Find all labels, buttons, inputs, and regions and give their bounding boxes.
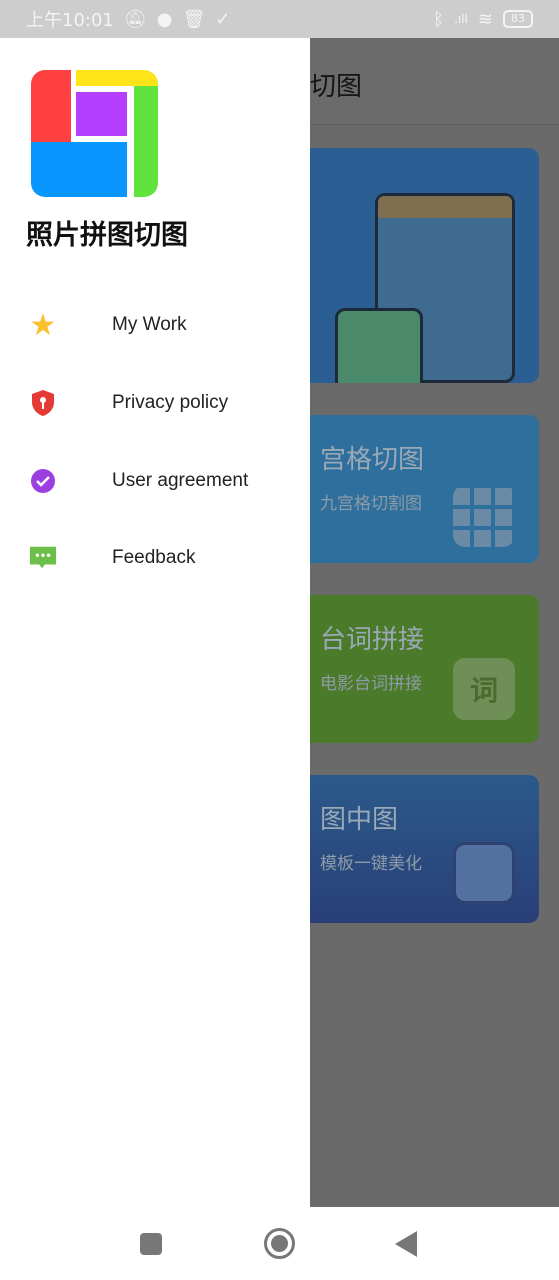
signal-icon: .ıll [454, 12, 468, 26]
menu-item-label: Feedback [112, 547, 196, 568]
check-circle-icon [29, 467, 57, 495]
battery-icon: 83 [503, 10, 533, 28]
trash-icon: 🗑︎ [182, 8, 206, 30]
menu-item-label: My Work [112, 314, 187, 335]
wifi-icon: ≋ [477, 8, 493, 30]
menu-item-label: Privacy policy [112, 392, 229, 413]
message-icon [29, 544, 57, 572]
grid-icon [453, 485, 515, 547]
card-subtitle: 模板一键美化 [320, 854, 422, 874]
chat-illustration [335, 308, 423, 383]
bluetooth-icon: ᛒ [433, 8, 445, 30]
app-name: 照片拼图切图 [26, 220, 188, 251]
header-title: 切图 [310, 72, 363, 102]
status-bar: 上午10:01 🔕︎ ● 🗑︎ ✓ ᛒ .ıll ≋ 83 [0, 0, 559, 38]
menu-item-my-work[interactable]: ★ My Work [0, 295, 310, 355]
menu-item-label: User agreement [112, 470, 249, 491]
navigation-drawer: 照片拼图切图 ★ My Work Privacy policy User agr… [0, 38, 310, 1207]
card-subtitle: 电影台词拼接 [320, 674, 422, 694]
card-title: 台词拼接 [320, 625, 425, 655]
menu-item-feedback[interactable]: Feedback [0, 528, 310, 588]
menu-item-privacy-policy[interactable]: Privacy policy [0, 373, 310, 433]
mute-icon: 🔕︎ [123, 8, 147, 30]
star-icon: ★ [29, 307, 57, 343]
home-button[interactable] [264, 1228, 295, 1259]
shield-icon [29, 389, 57, 417]
card-title: 图中图 [320, 805, 399, 835]
recents-button[interactable] [140, 1233, 162, 1255]
picture-frame-icon [453, 842, 515, 904]
card-title: 宫格切图 [320, 445, 425, 475]
back-button[interactable] [395, 1231, 417, 1257]
card-subtitle: 九宫格切割图 [320, 494, 422, 514]
status-time: 上午10:01 [26, 10, 114, 31]
menu-item-user-agreement[interactable]: User agreement [0, 451, 310, 511]
system-nav-bar [0, 1207, 559, 1280]
ci-icon-badge: 词 [453, 658, 515, 720]
download-done-icon: ✓ [215, 8, 231, 30]
chat-icon: ● [156, 8, 173, 30]
app-logo [31, 70, 158, 197]
